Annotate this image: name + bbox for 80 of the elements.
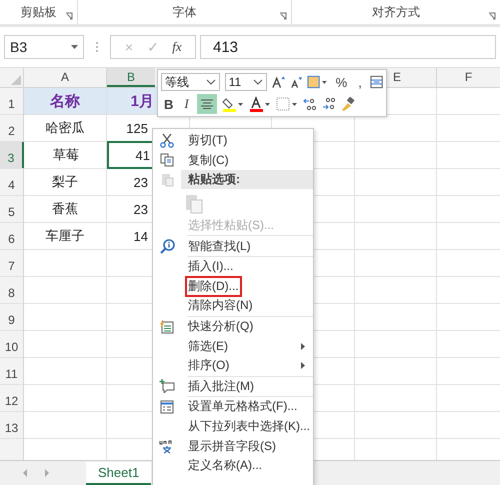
table-cell: 1月: [107, 88, 157, 114]
table-cell-text: 车厘子: [44, 227, 86, 245]
table-cell-text: 梨子: [51, 173, 79, 191]
dialog-launcher-icon[interactable]: [278, 12, 287, 20]
row-header[interactable]: 2: [0, 115, 23, 141]
copy-icon: [160, 153, 174, 168]
align-center-icon: [200, 99, 213, 109]
row-header[interactable]: 6: [0, 223, 23, 249]
search-icon: [160, 238, 174, 254]
row-header[interactable]: 1: [0, 88, 23, 114]
row-header[interactable]: 12: [0, 385, 23, 411]
menu-item[interactable]: 复制(C): [185, 150, 232, 171]
insert-function-button[interactable]: fx: [169, 39, 185, 55]
cell-style-icon[interactable]: [306, 75, 328, 89]
italic-button[interactable]: I: [181, 96, 192, 112]
row-header[interactable]: 10: [0, 331, 23, 357]
table-cell-text: 23: [132, 200, 149, 218]
formula-field[interactable]: 413: [200, 35, 496, 59]
menu-item[interactable]: 智能查找(L): [185, 236, 254, 257]
table-cell-text: 草莓: [52, 146, 80, 164]
table-cell-text: 14: [132, 228, 149, 246]
column-header[interactable]: F: [437, 68, 500, 87]
format-painter-icon[interactable]: [340, 97, 355, 111]
percent-button[interactable]: %: [332, 74, 350, 90]
table-cell-text: 125: [125, 120, 149, 138]
decrease-decimal-icon[interactable]: [322, 97, 336, 111]
ribbon-group-label: 对齐方式: [372, 4, 420, 21]
dialog-launcher-icon[interactable]: [488, 12, 496, 20]
table-cell: 名称: [24, 88, 106, 114]
borders-icon[interactable]: [276, 97, 298, 111]
bold-button[interactable]: B: [161, 96, 176, 112]
menu-item[interactable]: 快速分析(Q): [185, 316, 256, 338]
sheet-tab[interactable]: Sheet1: [86, 462, 152, 484]
row-header[interactable]: 9: [0, 304, 23, 330]
grow-font-icon[interactable]: [272, 75, 285, 89]
menu-item[interactable]: 定义名称(A)...: [185, 455, 265, 476]
menu-item[interactable]: 清除内容(N): [185, 295, 256, 316]
format-cells-icon: [160, 400, 174, 414]
dropdown-arrow-icon: [71, 45, 78, 49]
menu-item[interactable]: 插入批注(M): [185, 376, 257, 397]
chevron-down-icon: [252, 79, 263, 85]
row-header[interactable]: 7: [0, 250, 23, 276]
increase-decimal-icon[interactable]: [302, 97, 317, 111]
row-header[interactable]: 3: [0, 142, 24, 168]
font-field[interactable]: 等线: [161, 73, 220, 91]
ribbon-group-label: 字体: [172, 4, 196, 21]
menu-item[interactable]: 筛选(E): [185, 336, 231, 357]
menu-section-header: 粘贴选项:: [181, 170, 313, 190]
column-header[interactable]: B: [107, 68, 155, 87]
comma-button[interactable]: ,: [355, 74, 365, 90]
menu-item[interactable]: 删除(D)...: [185, 276, 242, 297]
row-header[interactable]: 5: [0, 196, 23, 222]
row-header[interactable]: 4: [0, 169, 23, 195]
quick-analysis-icon: [160, 320, 174, 334]
table-cell-text: 23: [132, 174, 149, 192]
clipboard-icon: [160, 172, 174, 188]
table-cell-text: 哈密瓜: [44, 119, 86, 137]
chevron-down-icon: [206, 79, 216, 85]
comment-icon: [159, 379, 175, 394]
menu-item[interactable]: 排序(O): [185, 355, 232, 376]
menu-item[interactable]: 插入(I)...: [185, 256, 236, 278]
name-box[interactable]: B3: [4, 35, 84, 59]
menu-item[interactable]: 显示拼音字段(S): [185, 436, 279, 457]
font-color-icon[interactable]: [248, 96, 271, 112]
merge-center-icon[interactable]: [370, 75, 383, 89]
table-cell-text: 香蕉: [51, 200, 79, 218]
scissors-icon: [160, 133, 174, 148]
shrink-font-icon[interactable]: [290, 76, 302, 88]
row-header[interactable]: 11: [0, 358, 23, 384]
font-size-field[interactable]: 11: [224, 73, 267, 91]
center-align-button[interactable]: [196, 94, 217, 114]
row-header[interactable]: 8: [0, 277, 23, 303]
column-header[interactable]: E: [388, 68, 437, 87]
fill-color-icon[interactable]: [222, 96, 244, 112]
ribbon-group-label: 剪贴板: [20, 4, 56, 21]
menu-item[interactable]: 从下拉列表中选择(K)...: [185, 416, 313, 438]
dialog-launcher-icon[interactable]: [64, 12, 73, 20]
row-header[interactable]: 13: [0, 412, 23, 438]
menu-item[interactable]: 设置单元格格式(F)...: [185, 396, 300, 418]
menu-item[interactable]: 剪切(T): [185, 130, 230, 152]
